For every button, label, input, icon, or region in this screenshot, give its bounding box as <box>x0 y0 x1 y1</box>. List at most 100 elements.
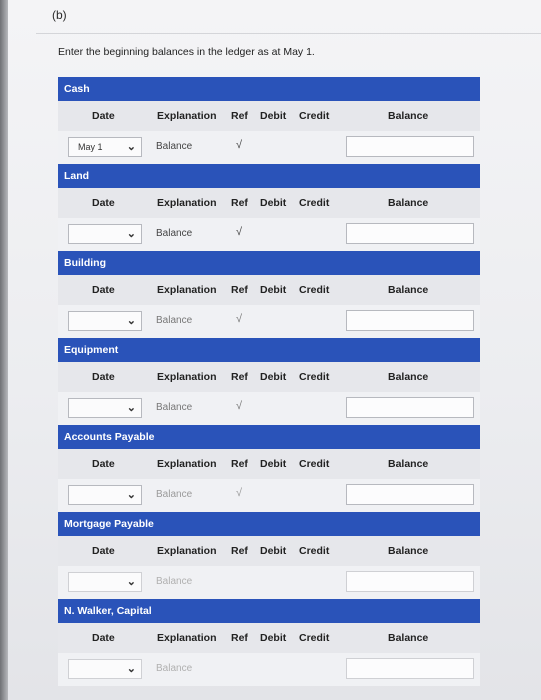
ledger-row: ⌄ Balance √ <box>58 218 480 251</box>
col-balance: Balance <box>388 632 429 644</box>
date-dropdown[interactable]: ⌄ <box>68 572 142 592</box>
date-dropdown[interactable]: ⌄ <box>68 485 142 505</box>
balance-input[interactable] <box>346 571 474 592</box>
chevron-down-icon: ⌄ <box>126 489 136 501</box>
col-credit: Credit <box>299 284 330 296</box>
ref-checkmark: √ <box>236 226 243 238</box>
account-title: Cash <box>58 77 480 101</box>
col-balance: Balance <box>388 110 429 122</box>
col-balance: Balance <box>388 545 429 557</box>
col-credit: Credit <box>299 371 330 383</box>
column-headers: Date Explanation Ref Debit Credit Balanc… <box>58 536 480 566</box>
column-headers: Date Explanation Ref Debit Credit Balanc… <box>58 275 480 305</box>
ledger-mortgage-payable: Mortgage Payable Date Explanation Ref De… <box>58 512 480 599</box>
account-title: Equipment <box>58 338 480 362</box>
ledger-row: ⌄ Balance <box>58 566 480 599</box>
ledger-row: ⌄ Balance √ <box>58 305 480 338</box>
col-ref: Ref <box>231 458 248 470</box>
col-date: Date <box>92 632 115 644</box>
col-date: Date <box>92 458 115 470</box>
ledger-row: ⌄ Balance <box>58 653 480 686</box>
ref-checkmark: √ <box>236 487 243 499</box>
date-dropdown[interactable]: ⌄ <box>68 311 142 331</box>
col-explanation: Explanation <box>157 197 217 209</box>
col-explanation: Explanation <box>157 545 217 557</box>
ledger-row: May 1 ⌄ Balance √ <box>58 131 480 164</box>
col-explanation: Explanation <box>157 458 217 470</box>
col-credit: Credit <box>299 197 330 209</box>
col-explanation: Explanation <box>157 632 217 644</box>
column-headers: Date Explanation Ref Debit Credit Balanc… <box>58 449 480 479</box>
ledger-row: ⌄ Balance √ <box>58 392 480 425</box>
col-ref: Ref <box>231 545 248 557</box>
balance-input[interactable] <box>346 397 474 418</box>
chevron-down-icon: ⌄ <box>126 315 136 327</box>
col-date: Date <box>92 284 115 296</box>
col-explanation: Explanation <box>157 371 217 383</box>
instruction-text: Enter the beginning balances in the ledg… <box>58 46 315 58</box>
col-debit: Debit <box>260 197 287 209</box>
explanation-text: Balance <box>156 489 193 500</box>
ledger-accounts-payable: Accounts Payable Date Explanation Ref De… <box>58 425 480 512</box>
column-headers: Date Explanation Ref Debit Credit Balanc… <box>58 101 480 131</box>
chevron-down-icon: ⌄ <box>126 663 136 675</box>
col-ref: Ref <box>231 110 248 122</box>
ledger-cash: Cash Date Explanation Ref Debit Credit B… <box>58 77 480 164</box>
account-title: Land <box>58 164 480 188</box>
col-balance: Balance <box>388 458 429 470</box>
explanation-text: Balance <box>156 576 193 587</box>
col-credit: Credit <box>299 458 330 470</box>
ref-checkmark: √ <box>236 313 243 325</box>
chevron-down-icon: ⌄ <box>126 576 136 588</box>
column-headers: Date Explanation Ref Debit Credit Balanc… <box>58 188 480 218</box>
ledger-equipment: Equipment Date Explanation Ref Debit Cre… <box>58 338 480 425</box>
col-debit: Debit <box>260 458 287 470</box>
balance-input[interactable] <box>346 310 474 331</box>
col-credit: Credit <box>299 110 330 122</box>
explanation-text: Balance <box>156 228 193 239</box>
column-headers: Date Explanation Ref Debit Credit Balanc… <box>58 362 480 392</box>
date-dropdown[interactable]: May 1 ⌄ <box>68 137 142 157</box>
col-date: Date <box>92 110 115 122</box>
col-ref: Ref <box>231 632 248 644</box>
col-date: Date <box>92 371 115 383</box>
balance-input[interactable] <box>346 658 474 679</box>
date-dropdown[interactable]: ⌄ <box>68 224 142 244</box>
chevron-down-icon: ⌄ <box>126 228 136 240</box>
ledger-row: ⌄ Balance √ <box>58 479 480 512</box>
ledger-building: Building Date Explanation Ref Debit Cred… <box>58 251 480 338</box>
explanation-text: Balance <box>156 141 193 152</box>
col-date: Date <box>92 197 115 209</box>
col-ref: Ref <box>231 371 248 383</box>
part-label: (b) <box>52 8 67 22</box>
col-ref: Ref <box>231 284 248 296</box>
col-explanation: Explanation <box>157 110 217 122</box>
explanation-text: Balance <box>156 315 193 326</box>
column-headers: Date Explanation Ref Debit Credit Balanc… <box>58 623 480 653</box>
explanation-text: Balance <box>156 402 193 413</box>
chevron-down-icon: ⌄ <box>126 141 136 153</box>
col-debit: Debit <box>260 110 287 122</box>
date-value: May 1 <box>78 142 103 152</box>
balance-input[interactable] <box>346 136 474 157</box>
col-balance: Balance <box>388 197 429 209</box>
ref-checkmark: √ <box>236 139 243 151</box>
date-dropdown[interactable]: ⌄ <box>68 659 142 679</box>
balance-input[interactable] <box>346 484 474 505</box>
chevron-down-icon: ⌄ <box>126 402 136 414</box>
date-dropdown[interactable]: ⌄ <box>68 398 142 418</box>
col-credit: Credit <box>299 545 330 557</box>
account-title: Accounts Payable <box>58 425 480 449</box>
col-balance: Balance <box>388 284 429 296</box>
ledger-capital: N. Walker, Capital Date Explanation Ref … <box>58 599 480 686</box>
divider <box>36 33 541 34</box>
account-title: Mortgage Payable <box>58 512 480 536</box>
ref-checkmark: √ <box>236 400 243 412</box>
col-debit: Debit <box>260 545 287 557</box>
col-date: Date <box>92 545 115 557</box>
col-debit: Debit <box>260 632 287 644</box>
col-ref: Ref <box>231 197 248 209</box>
balance-input[interactable] <box>346 223 474 244</box>
page: (b) Enter the beginning balances in the … <box>0 0 541 700</box>
col-debit: Debit <box>260 284 287 296</box>
